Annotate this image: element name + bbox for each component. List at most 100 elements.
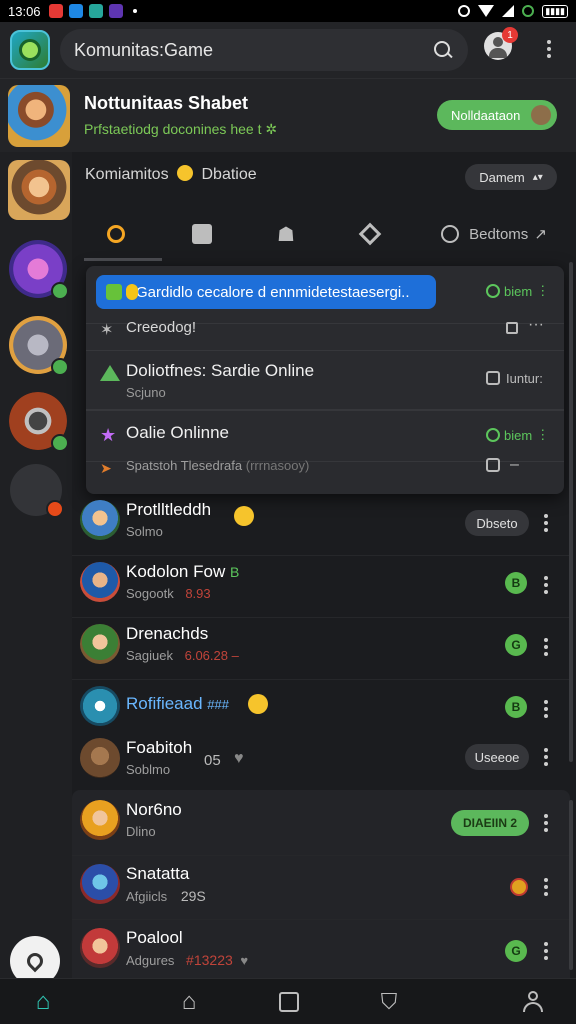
camera-icon [106, 284, 122, 300]
row-menu-icon[interactable] [543, 514, 549, 532]
tab-games[interactable] [352, 208, 388, 260]
rail-community-2[interactable] [9, 240, 69, 300]
game-sub: Adgures [126, 953, 175, 968]
sparkle-star-icon: ★ [100, 425, 117, 445]
game-avatar [80, 800, 120, 840]
game-sub: Soblmo [126, 762, 171, 777]
game-action-button[interactable]: Useeoe [465, 744, 529, 770]
game-action-label: Dbseto [476, 515, 518, 531]
row-menu-icon[interactable] [543, 638, 549, 656]
game-extra: 6.06.28 – [184, 648, 239, 663]
notification-badge: 1 [502, 27, 518, 43]
rail-community-5[interactable] [10, 464, 64, 518]
search-dropdown-panel: Gardidlo cecalore d ennmidetestaesergi..… [86, 266, 564, 494]
rail-community-4[interactable] [9, 392, 69, 452]
panel-item[interactable]: ✶ Creeodog! ··· [86, 302, 564, 350]
game-sub: Dlino [126, 824, 156, 839]
panel-item[interactable]: ★ Oalie Onlinne biem ⋮ [86, 410, 564, 462]
list-item[interactable]: Foabitoh Soblmo 05 ♥ Useeoe [72, 732, 570, 788]
chevron-icon: ▴▾ [532, 171, 543, 183]
tab-search[interactable] [98, 208, 134, 260]
alert-badge [46, 500, 64, 518]
header-title: Komunitas:Game [74, 39, 214, 60]
tab-indicator [84, 258, 162, 261]
row-menu-icon[interactable] [543, 700, 549, 718]
person-icon [522, 991, 544, 1013]
community-dropdown-button[interactable]: Damem ▴▾ [465, 164, 557, 190]
panel-item[interactable]: Doliotfnes: Sardie Online Scjuno Iuntur: [86, 350, 564, 410]
scrollbar[interactable] [569, 800, 573, 970]
game-avatar [80, 928, 120, 968]
game-action-label: Useeoe [474, 749, 520, 765]
community-image [8, 85, 70, 147]
community-row[interactable]: Komiamitos Dbatioe Damem ▴▾ [72, 152, 576, 202]
banner-action-button[interactable]: Nolldaataon [437, 100, 557, 130]
more-notifications-icon [132, 9, 137, 13]
search-tab-icon [107, 225, 125, 243]
bolt-icon: ➤ [100, 460, 112, 476]
notification-app-icon [68, 4, 83, 18]
game-avatar [80, 562, 120, 602]
list-item[interactable]: Drenachds Sagiuek 6.06.28 – G [72, 618, 570, 680]
game-avatar [80, 500, 120, 540]
game-sub: Sogootk [126, 586, 174, 601]
list-item[interactable]: Nor6no Dlino DIAEIIN 2 [72, 794, 570, 856]
nav-home[interactable]: ⌂ [28, 987, 58, 1017]
panel-item-title: Oalie Onlinne [126, 423, 230, 442]
game-action-label: DIAEIIN 2 [462, 816, 517, 830]
list-item[interactable]: Rofifieaad ### B [72, 680, 570, 732]
tab-bedtoms[interactable]: Bedtoms ↗ [434, 208, 554, 260]
community-banner[interactable]: Nottunitaas Shabet Prfstaetiodg doconine… [0, 78, 576, 152]
game-avatar [80, 864, 120, 904]
sync-icon [522, 5, 535, 17]
community-name: Komiamitos [85, 166, 169, 183]
game-name: Protlltleddh [126, 500, 212, 519]
alarm-icon [458, 5, 471, 17]
game-badge: B [505, 572, 527, 594]
rail-community-3[interactable] [9, 316, 69, 376]
nav-store[interactable]: ⌂ [174, 987, 204, 1017]
row-menu-icon[interactable] [543, 576, 549, 594]
game-action-button[interactable]: Dbseto [465, 510, 529, 536]
rail-community-1[interactable] [8, 160, 70, 220]
game-suffix: B [229, 564, 240, 580]
smile-icon [234, 506, 254, 526]
list-item[interactable]: Snatatta Afgiicls 29S [72, 858, 570, 920]
overflow-menu-icon[interactable] [546, 40, 552, 58]
online-badge [51, 434, 69, 452]
row-menu-icon[interactable] [543, 878, 549, 896]
panel-item-status: Iuntur: [506, 371, 543, 386]
share-icon: ↗ [534, 226, 547, 243]
panel-item-paren: (rrrnasooy) [245, 458, 310, 473]
tab-groups[interactable]: ☗ [268, 208, 304, 260]
wifi-icon [478, 5, 495, 17]
game-extra: 29S [180, 888, 206, 904]
panel-item[interactable]: ➤ Spatstoh Tlesedrafa (rrrnasooy) – [86, 456, 564, 494]
search-bar[interactable]: Komunitas:Game [60, 29, 468, 71]
more-dots-icon[interactable]: ··· [528, 316, 544, 334]
game-action-button[interactable]: DIAEIIN 2 [451, 810, 529, 836]
mini-avatar [531, 105, 551, 125]
row-menu-icon[interactable] [543, 814, 549, 832]
status-bar: 13:06 ▮▮▮▮ [0, 0, 576, 22]
list-item[interactable]: Kodolon Fow B Sogootk 8.93 B [72, 556, 570, 618]
nav-shield[interactable]: ⛉ [374, 987, 404, 1017]
nav-square[interactable] [274, 987, 304, 1017]
list-item[interactable]: Protlltleddh Solmo Dbseto [72, 494, 570, 556]
notification-app-icon [48, 4, 63, 18]
tab-shop[interactable] [184, 208, 220, 260]
shield-icon: ⛉ [380, 989, 398, 1014]
search-icon[interactable] [432, 39, 454, 61]
row-menu-icon[interactable] [543, 748, 549, 766]
banner-action-label: Nolldaataon [451, 107, 521, 123]
online-badge [51, 358, 69, 376]
scrollbar[interactable] [569, 262, 573, 762]
stop-icon [486, 371, 500, 385]
nav-profile[interactable] [518, 987, 548, 1017]
list-item[interactable]: Poalool Adgures #13223 ♥ G [72, 922, 570, 978]
app-logo[interactable] [10, 30, 50, 70]
groups-icon: ☗ [277, 223, 295, 246]
star-icon: ✶ [100, 322, 114, 339]
row-menu-icon[interactable] [543, 942, 549, 960]
game-name: Kodolon Fow [126, 562, 226, 581]
